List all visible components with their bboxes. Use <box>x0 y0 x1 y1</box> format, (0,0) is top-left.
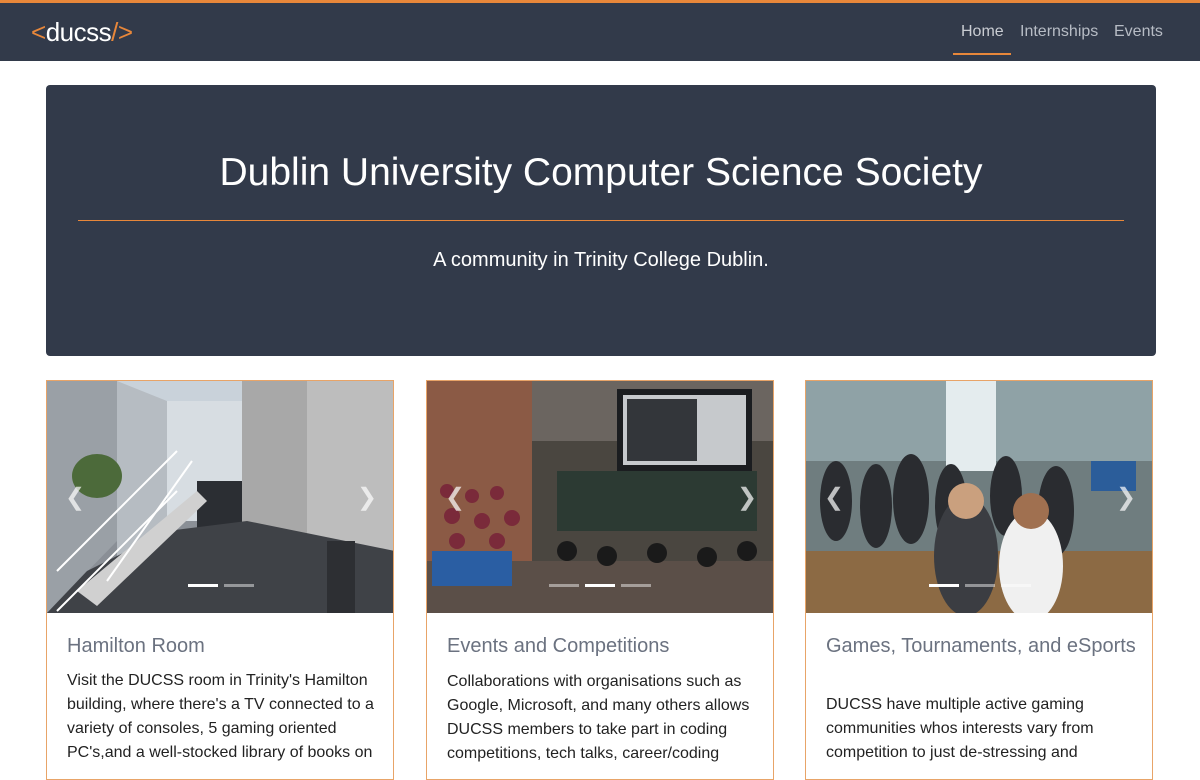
carousel-indicator[interactable] <box>965 584 995 587</box>
games-carousel <box>806 381 1152 613</box>
carousel-indicator[interactable] <box>224 584 254 587</box>
card-text: DUCSS have multiple active gaming commun… <box>826 696 1094 761</box>
hero-subtitle: A community in Trinity College Dublin. <box>433 249 769 271</box>
chevron-right-icon[interactable]: ❯ <box>357 486 377 510</box>
carousel-indicator[interactable] <box>929 584 959 587</box>
navbar: <ducss/> Home Internships Events <box>0 0 1200 61</box>
carousel-indicator[interactable] <box>549 584 579 587</box>
nav-active-indicator <box>953 53 1011 55</box>
card-events-competitions: ❮ ❯ Events and Competitions Collaboratio… <box>426 380 774 780</box>
logo-text: ducss <box>45 17 112 47</box>
nav-events-link[interactable]: Events <box>1114 23 1163 41</box>
gaming-event-crowd-photo <box>806 381 1152 613</box>
lecture-theatre-photo <box>427 381 773 613</box>
logo-bracket-right: /> <box>111 17 133 47</box>
carousel-indicator[interactable] <box>585 584 615 587</box>
card-hamilton-room: ❮ ❯ Hamilton Room Visit the DUCSS room i… <box>46 380 394 780</box>
logo-bracket-left: < <box>31 17 46 47</box>
hero-divider <box>78 220 1124 221</box>
modern-building-stairs-photo <box>47 381 393 613</box>
chevron-left-icon[interactable]: ❮ <box>824 486 844 510</box>
nav-home-link[interactable]: Home <box>961 23 1004 41</box>
carousel-indicator[interactable] <box>188 584 218 587</box>
card-text: Collaborations with organisations such a… <box>447 673 750 762</box>
card-games-esports: ❮ ❯ Games, Tournaments, and eSports DUCS… <box>805 380 1153 780</box>
hamilton-room-carousel <box>47 381 393 613</box>
chevron-right-icon[interactable]: ❯ <box>1116 486 1136 510</box>
carousel-indicator[interactable] <box>621 584 651 587</box>
events-carousel <box>427 381 773 613</box>
ducss-logo[interactable]: <ducss/> <box>31 17 133 48</box>
card-title: Events and Competitions <box>447 635 670 657</box>
nav-internships-link[interactable]: Internships <box>1020 23 1098 41</box>
chevron-left-icon[interactable]: ❮ <box>65 486 85 510</box>
hero-title: Dublin University Computer Science Socie… <box>219 151 983 194</box>
chevron-right-icon[interactable]: ❯ <box>737 486 757 510</box>
carousel-indicator[interactable] <box>1001 584 1031 587</box>
card-title: Hamilton Room <box>67 635 205 657</box>
chevron-left-icon[interactable]: ❮ <box>445 486 465 510</box>
card-text: Visit the DUCSS room in Trinity's Hamilt… <box>67 672 374 761</box>
card-title: Games, Tournaments, and eSports <box>826 635 1136 657</box>
hero-jumbotron: Dublin University Computer Science Socie… <box>46 85 1156 356</box>
